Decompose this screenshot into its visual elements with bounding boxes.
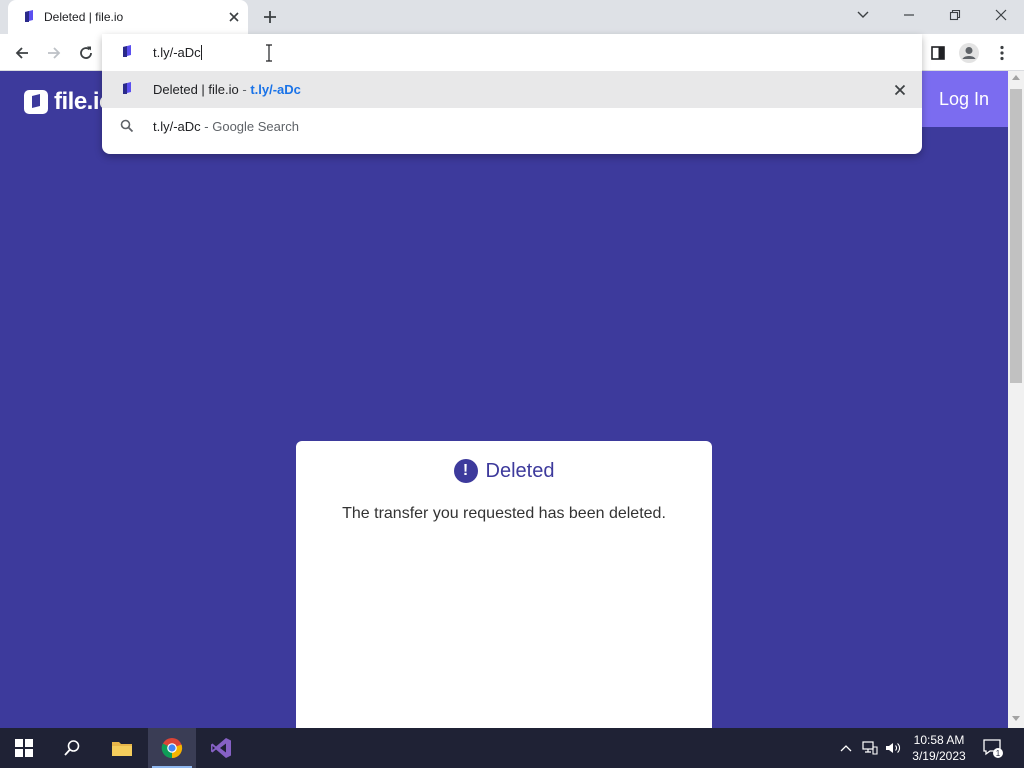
suggestion-query: t.ly/-aDc [153, 119, 201, 134]
restore-button[interactable] [932, 0, 978, 30]
side-panel-button[interactable] [925, 40, 951, 66]
minimize-button[interactable] [886, 0, 932, 30]
system-clock[interactable]: 10:58 AM 3/19/2023 [906, 732, 972, 764]
tab-strip: Deleted | file.io [0, 0, 1024, 34]
suggestion-url: t.ly/-aDc [250, 82, 301, 97]
suggestion-source: Google Search [212, 119, 299, 134]
speaker-icon [886, 743, 900, 753]
new-tab-button[interactable] [258, 6, 282, 28]
tab-title: Deleted | file.io [44, 10, 124, 24]
card-message: The transfer you requested has been dele… [342, 505, 666, 522]
browser-tab[interactable]: Deleted | file.io [8, 0, 248, 34]
tab-search-button[interactable] [840, 0, 886, 30]
folder-icon [112, 742, 132, 756]
fileio-favicon-icon [123, 45, 131, 57]
restore-icon [949, 9, 961, 21]
text-caret [200, 45, 202, 60]
forward-button[interactable] [41, 40, 67, 66]
fileio-logo-icon [24, 90, 48, 114]
visual-studio-icon [211, 738, 231, 758]
fileio-favicon-icon [25, 10, 33, 22]
omnibox-input[interactable]: t.ly/-aDc [153, 45, 202, 60]
notification-count: 1 [996, 749, 1001, 758]
plus-icon [264, 11, 276, 23]
chevron-down-icon [857, 11, 869, 18]
omnibox-dropdown: t.ly/-aDc Deleted | file.io - t.ly/-aDc … [102, 34, 922, 154]
login-button[interactable]: Log In [920, 71, 1008, 127]
arrow-left-icon [15, 47, 28, 59]
show-hidden-icons-button[interactable] [837, 739, 855, 757]
profile-avatar-icon [959, 43, 979, 63]
chevron-up-icon [840, 745, 852, 752]
suggestion-separator: - [200, 119, 213, 134]
page-scrollbar[interactable] [1008, 71, 1024, 728]
taskbar-visual-studio[interactable] [197, 728, 245, 768]
omnibox-suggestion-history[interactable]: Deleted | file.io - t.ly/-aDc [102, 71, 922, 108]
side-panel-icon [931, 46, 945, 60]
search-icon [120, 119, 134, 133]
volume-control[interactable] [884, 739, 902, 757]
more-vertical-icon [1000, 45, 1004, 61]
start-button[interactable] [0, 728, 48, 768]
status-card: ! Deleted The transfer you requested has… [296, 441, 712, 728]
scrollbar-thumb[interactable] [1010, 89, 1022, 383]
profile-button[interactable] [956, 40, 982, 66]
taskbar-file-explorer[interactable] [98, 728, 146, 768]
close-window-button[interactable] [978, 0, 1024, 30]
network-status[interactable] [861, 739, 879, 757]
page-content: file.io Log In ! Deleted The transfer yo… [0, 71, 1008, 728]
scroll-up-arrow-icon[interactable] [1012, 75, 1020, 80]
back-button[interactable] [9, 40, 35, 66]
tab-close-icon[interactable] [226, 9, 242, 25]
site-logo[interactable]: file.io [24, 88, 114, 116]
reload-button[interactable] [73, 40, 99, 66]
chrome-menu-button[interactable] [989, 40, 1015, 66]
suggestion-separator: - [238, 82, 251, 97]
remove-suggestion-icon[interactable] [892, 82, 908, 98]
ibeam-cursor-icon [266, 44, 272, 62]
card-header: ! Deleted [296, 459, 712, 483]
suggestion-text: Deleted | file.io - t.ly/-aDc [153, 82, 301, 97]
chrome-icon [161, 738, 183, 759]
fileio-favicon-icon [123, 82, 131, 94]
clock-time: 10:58 AM [913, 733, 965, 747]
network-icon [862, 741, 878, 755]
reload-icon [80, 46, 92, 59]
exclamation-icon: ! [453, 459, 478, 483]
suggestion-text: t.ly/-aDc - Google Search [153, 119, 299, 134]
card-title: Deleted [485, 459, 555, 482]
omnibox-input-value: t.ly/-aDc [153, 45, 201, 60]
action-center-button[interactable]: 1 [982, 737, 1004, 759]
close-icon [995, 9, 1007, 21]
arrow-right-icon [48, 47, 61, 59]
suggestion-title: Deleted | file.io [153, 82, 239, 97]
scroll-down-arrow-icon[interactable] [1012, 716, 1020, 721]
search-icon [64, 740, 80, 756]
notification-icon: 1 [983, 739, 1003, 758]
clock-date: 3/19/2023 [912, 749, 966, 763]
omnibox-suggestion-search[interactable]: t.ly/-aDc - Google Search [102, 108, 922, 145]
taskbar-search-button[interactable] [48, 728, 96, 768]
minimize-icon [904, 14, 914, 16]
windows-taskbar: 10:58 AM 3/19/2023 1 [0, 728, 1024, 768]
windows-logo-icon [15, 739, 33, 757]
omnibox-input-row[interactable]: t.ly/-aDc [102, 34, 922, 71]
taskbar-chrome[interactable] [148, 728, 196, 768]
